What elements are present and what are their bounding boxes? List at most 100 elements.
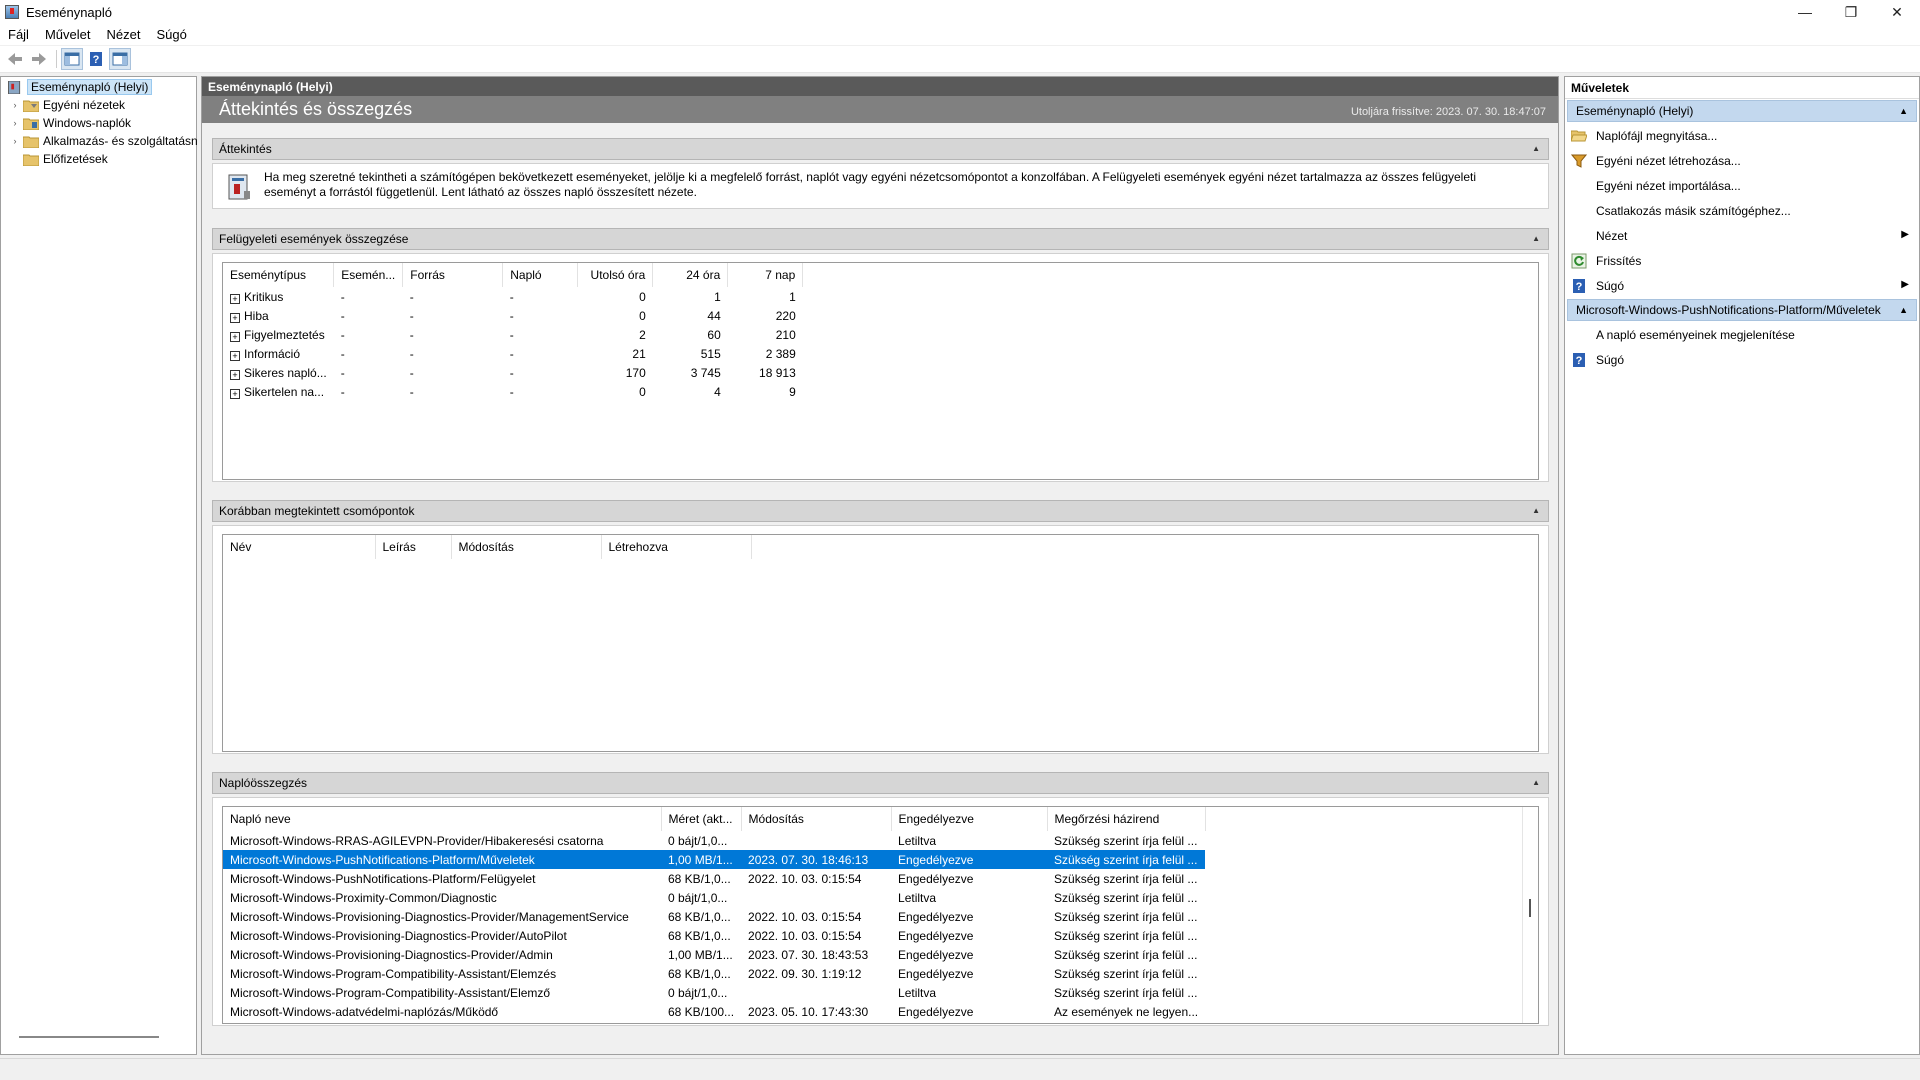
column-header-created[interactable]: Létrehozva xyxy=(601,535,752,559)
action-item[interactable]: Naplófájl megnyitása... xyxy=(1565,123,1919,148)
table-row[interactable]: Microsoft-Windows-PushNotifications-Plat… xyxy=(223,850,1206,869)
recently-viewed-header[interactable]: Korábban megtekintett csomópontok ▲ xyxy=(212,500,1549,522)
log-summary-header[interactable]: Naplóösszegzés ▲ xyxy=(212,772,1549,794)
action-item[interactable]: Nézet ▶ xyxy=(1565,223,1919,248)
column-header-name[interactable]: Név xyxy=(223,535,376,559)
retention-policy-cell: Szükség szerint írja felül ... xyxy=(1054,966,1198,981)
expand-chevron-icon[interactable]: › xyxy=(9,100,21,110)
table-row[interactable]: + Kritikus - - - 0 1 1 xyxy=(223,287,803,306)
collapse-icon[interactable]: ▲ xyxy=(1899,305,1908,315)
collapse-icon[interactable]: ▲ xyxy=(1532,506,1540,515)
expand-plus-icon[interactable]: + xyxy=(230,331,240,342)
page-title: Áttekintés és összegzés xyxy=(219,99,413,119)
table-row[interactable]: Microsoft-Windows-RRAS-AGILEVPN-Provider… xyxy=(223,831,1205,850)
table-row[interactable]: + Információ - - - 21 515 2 389 xyxy=(223,344,803,363)
collapse-icon[interactable]: ▲ xyxy=(1532,778,1540,787)
column-header-event-id[interactable]: Esemén... xyxy=(333,263,404,287)
scrollbar-thumb[interactable] xyxy=(1529,899,1531,917)
column-header-log-name[interactable]: Napló neve xyxy=(223,807,662,831)
expand-plus-icon[interactable]: + xyxy=(230,312,240,323)
admin-events-summary-header[interactable]: Felügyeleti események összegzése ▲ xyxy=(212,228,1549,250)
tree-item-label: Windows-naplók xyxy=(43,116,132,130)
action-item[interactable]: Egyéni nézet importálása... xyxy=(1565,173,1919,198)
event-type-label: Sikeres napló... xyxy=(244,365,327,380)
action-item[interactable]: A napló eseményeinek megjelenítése xyxy=(1565,322,1919,347)
action-item[interactable]: ? Súgó ▶ xyxy=(1565,273,1919,298)
overview-banner: Áttekintés és összegzés Utoljára frissít… xyxy=(202,96,1558,123)
actions-group-selected-log[interactable]: Microsoft-Windows-PushNotifications-Plat… xyxy=(1567,299,1917,321)
menu-action[interactable]: Művelet xyxy=(37,24,99,45)
expand-chevron-icon[interactable]: › xyxy=(9,136,21,146)
tree-item-custom-views[interactable]: › Egyéni nézetek xyxy=(9,96,126,114)
action-item[interactable]: ? Súgó xyxy=(1565,347,1919,372)
back-button[interactable] xyxy=(4,48,26,70)
back-arrow-icon xyxy=(8,53,22,65)
tree-item-applications-services-logs[interactable]: › Alkalmazás- és szolgáltatásn xyxy=(9,132,198,150)
actions-group-event-viewer-local[interactable]: Eseménynapló (Helyi) ▲ xyxy=(1567,100,1917,122)
table-row[interactable]: Microsoft-Windows-Provisioning-Diagnosti… xyxy=(223,945,1205,964)
expand-plus-icon[interactable]: + xyxy=(230,293,240,304)
column-header-retention-policy[interactable]: Megőrzési házirend xyxy=(1047,807,1206,831)
column-header-event-type[interactable]: Eseménytípus xyxy=(223,263,335,287)
menu-help[interactable]: Súgó xyxy=(148,24,194,45)
table-row[interactable]: Microsoft-Windows-PushNotifications-Plat… xyxy=(223,869,1205,888)
size-cell: 68 KB/1,0... xyxy=(668,909,731,924)
show-hide-console-tree-button[interactable] xyxy=(61,48,83,70)
table-row[interactable]: + Sikertelen na... - - -0 4 9 xyxy=(223,382,803,401)
close-button[interactable]: ✕ xyxy=(1874,0,1920,24)
log-name-cell: Microsoft-Windows-Program-Compatibility-… xyxy=(230,985,551,1000)
7-days-cell: 1 xyxy=(789,289,796,304)
column-header-modified[interactable]: Módosítás xyxy=(741,807,892,831)
show-hide-action-pane-button[interactable] xyxy=(109,48,131,70)
action-item[interactable]: Frissítés xyxy=(1565,248,1919,273)
forward-button[interactable] xyxy=(28,48,50,70)
console-tree: Eseménynapló (Helyi) › Egyéni nézetek › … xyxy=(0,76,198,1055)
help-toolbar-button[interactable]: ? xyxy=(85,48,107,70)
column-header-last-hour[interactable]: Utolsó óra xyxy=(577,263,654,287)
collapse-icon[interactable]: ▲ xyxy=(1899,106,1908,116)
column-header-source[interactable]: Forrás xyxy=(402,263,504,287)
log-summary-grid[interactable]: Napló neve Méret (akt... Módosítás Enged… xyxy=(222,806,1539,1024)
column-header-24-hours[interactable]: 24 óra xyxy=(652,263,729,287)
table-row[interactable]: + Hiba - - - 0 44 220 xyxy=(223,306,803,325)
table-row[interactable]: Microsoft-Windows-Proximity-Common/Diagn… xyxy=(223,888,1205,907)
event-id-cell: - xyxy=(340,384,345,399)
menu-file[interactable]: Fájl xyxy=(0,24,37,45)
table-row[interactable]: Microsoft-Windows-Provisioning-Diagnosti… xyxy=(223,926,1205,945)
table-row[interactable]: Microsoft-Windows-Program-Compatibility-… xyxy=(223,983,1205,1002)
log-summary-vertical-scrollbar[interactable] xyxy=(1522,807,1538,1023)
actions-list-event-viewer: Naplófájl megnyitása... Egyéni nézet létr… xyxy=(1565,123,1919,298)
column-header-log[interactable]: Napló xyxy=(502,263,579,287)
column-header-size[interactable]: Méret (akt... xyxy=(661,807,742,831)
menu-bar: Fájl Művelet Nézet Súgó xyxy=(0,24,1920,45)
tree-horizontal-scrollbar[interactable] xyxy=(19,1036,159,1038)
table-row[interactable]: + Sikeres napló... - - -170 3 745 18 913 xyxy=(223,363,803,382)
expand-plus-icon[interactable]: + xyxy=(230,369,240,380)
column-header-enabled[interactable]: Engedélyezve xyxy=(891,807,1048,831)
expand-chevron-icon[interactable]: › xyxy=(9,118,21,128)
maximize-button[interactable]: ❐ xyxy=(1828,0,1874,24)
table-row[interactable]: Microsoft-Windows-adatvédelmi-naplózás/M… xyxy=(223,1002,1205,1021)
admin-events-grid[interactable]: Eseménytípus Esemén... Forrás Napló Utol… xyxy=(222,262,1539,480)
table-row[interactable]: + Figyelmeztetés - - -2 60 210 xyxy=(223,325,803,344)
column-header-7-days[interactable]: 7 nap xyxy=(727,263,804,287)
column-header-modified[interactable]: Módosítás xyxy=(451,535,602,559)
action-item[interactable]: Egyéni nézet létrehozása... xyxy=(1565,148,1919,173)
expand-plus-icon[interactable]: + xyxy=(230,350,240,361)
folder-filter-icon xyxy=(23,100,39,112)
column-header-description[interactable]: Leírás xyxy=(375,535,452,559)
table-row[interactable]: Microsoft-Windows-Program-Compatibility-… xyxy=(223,964,1205,983)
table-row[interactable]: Microsoft-Windows-Provisioning-Diagnosti… xyxy=(223,907,1205,926)
minimize-button[interactable]: — xyxy=(1782,0,1828,24)
expand-plus-icon[interactable]: + xyxy=(230,388,240,399)
action-item[interactable]: Csatlakozás másik számítógéphez... xyxy=(1565,198,1919,223)
recently-viewed-grid[interactable]: Név Leírás Módosítás Létrehozva xyxy=(222,534,1539,752)
collapse-icon[interactable]: ▲ xyxy=(1532,144,1540,153)
menu-view[interactable]: Nézet xyxy=(98,24,148,45)
tree-item-windows-logs[interactable]: › Windows-naplók xyxy=(9,114,132,132)
tree-item-subscriptions[interactable]: Előfizetések xyxy=(9,150,108,168)
collapse-icon[interactable]: ▲ xyxy=(1532,234,1540,243)
tree-item-event-viewer-local[interactable]: Eseménynapló (Helyi) xyxy=(5,78,153,96)
event-type-cell: + Információ xyxy=(223,344,334,363)
overview-section-header[interactable]: Áttekintés ▲ xyxy=(212,138,1549,160)
